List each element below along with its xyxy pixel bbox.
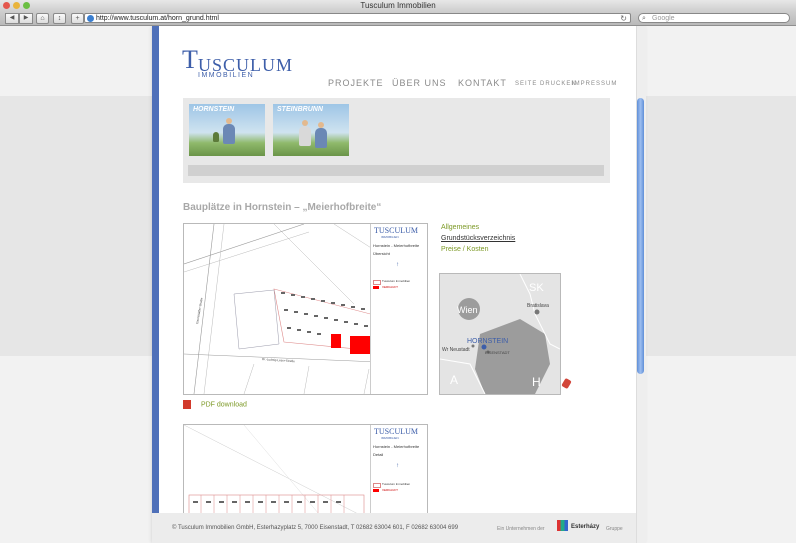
person-figure — [223, 124, 235, 144]
legend-label-1: Tusculum Immobilien — [382, 482, 411, 486]
browser-toolbar: ◀ ▶ ⌂ ↕ + http://www.tusculum.at/horn_gr… — [0, 11, 796, 26]
person-head — [226, 118, 232, 124]
globe-icon — [87, 15, 94, 22]
close-icon[interactable] — [3, 2, 10, 9]
pdf-icon — [183, 400, 191, 409]
nav-seite-drucken[interactable]: SEITE DRUCKEN — [515, 81, 577, 87]
plan-logo-sub: IMMOBILIEN — [381, 436, 399, 440]
map-place-hornstein: HORNSTEIN — [467, 338, 508, 345]
pdf-download-label: PDF download — [200, 401, 247, 409]
page-viewport: T USCULUM IMMOBILIEN PROJEKTE ÜBER UNS K… — [0, 26, 796, 543]
address-bar[interactable]: http://www.tusculum.at/horn_grund.html ↻ — [84, 13, 631, 23]
window-controls — [3, 2, 30, 9]
plan-detail-legend: TUSCULUM IMMOBILIEN Hornstein - Meierhof… — [370, 425, 427, 520]
person-figure — [299, 126, 311, 146]
street-label: Dr.-Ludwig-Leser-Straße — [262, 357, 295, 363]
map-country-a: A — [450, 373, 458, 387]
search-placeholder: Google — [652, 15, 675, 22]
footer-address: © Tusculum Immobilien GmbH, Esterhazypla… — [172, 525, 459, 531]
site-container: T USCULUM IMMOBILIEN PROJEKTE ÜBER UNS K… — [152, 26, 644, 543]
plan-line1: Hornstein - Meierhofbreite — [373, 243, 420, 248]
location-map[interactable]: Wien SK Bratislava Wr Neustadt HORNSTEIN… — [439, 273, 561, 395]
legend-swatch-2 — [373, 489, 379, 492]
window-title: Tusculum Immobilien — [360, 1, 436, 10]
logo-subtitle: IMMOBILIEN — [198, 72, 255, 79]
forward-button[interactable]: ▶ — [19, 13, 33, 24]
scrollbar-thumb[interactable] — [637, 98, 644, 374]
esterhazy-logo-icon — [557, 520, 568, 531]
sapling — [213, 132, 219, 142]
search-field[interactable]: ⌕ Google — [638, 13, 790, 23]
nav-projekte[interactable]: PROJEKTE — [328, 78, 384, 88]
page-heading: Bauplätze in Hornstein – „Meierhofbreite… — [183, 202, 382, 213]
footer-group-prefix: Ein Unternehmen der — [497, 526, 545, 532]
plan-line2: Detail — [373, 452, 384, 457]
search-icon: ⌕ — [642, 15, 646, 22]
person-head — [318, 122, 324, 128]
nav-kontakt[interactable]: KONTAKT — [458, 78, 507, 88]
map-pin-icon — [561, 377, 572, 390]
thumb-label: HORNSTEIN — [193, 106, 235, 113]
bookmarks-button[interactable]: ↕ — [53, 13, 66, 24]
minimize-icon[interactable] — [13, 2, 20, 9]
url-text: http://www.tusculum.at/horn_grund.html — [96, 15, 219, 22]
nav-buttons: ◀ ▶ — [5, 13, 33, 24]
nav-ueber-uns[interactable]: ÜBER UNS — [392, 78, 447, 88]
window-titlebar: Tusculum Immobilien — [0, 0, 796, 11]
plan-line1: Hornstein - Meierhofbreite — [373, 444, 420, 449]
pdf-download-link[interactable]: PDF download — [183, 400, 247, 409]
map-city-bratislava: Bratislava — [527, 303, 549, 309]
map-place-eisenstadt: EISENSTADT — [485, 350, 510, 355]
site-plan-detail[interactable]: TUSCULUM IMMOBILIEN Hornstein - Meierhof… — [183, 424, 428, 521]
plan-logo: TUSCULUM — [374, 427, 419, 436]
map-country-h: H — [532, 375, 541, 389]
project-thumb-hornstein[interactable]: HORNSTEIN — [189, 104, 265, 156]
plan-logo-sub: IMMOBILIEN — [381, 235, 399, 239]
person-figure — [315, 128, 327, 148]
thumb-label: STEINBRUNN — [277, 106, 323, 113]
add-bookmark-button[interactable]: + — [71, 13, 84, 24]
person-head — [302, 120, 308, 126]
home-button[interactable]: ⌂ — [36, 13, 49, 24]
back-button[interactable]: ◀ — [5, 13, 19, 24]
site-accent-bar — [152, 26, 159, 543]
logo-initial: T — [182, 45, 198, 74]
project-links: Allgemeines Grundstücksverzeichnis Preis… — [441, 224, 515, 257]
plan-logo: TUSCULUM — [374, 226, 419, 235]
site-plan-overview[interactable]: Dr.-Ludwig-Leser-Straße Eisenstädter Str… — [183, 223, 428, 395]
zoom-icon[interactable] — [23, 2, 30, 9]
map-region-sk: SK — [529, 282, 544, 294]
project-thumb-steinbrunn[interactable]: STEINBRUNN — [273, 104, 349, 156]
plan-legend: TUSCULUM IMMOBILIEN Hornstein - Meierhof… — [370, 224, 427, 394]
link-grundstuecksverzeichnis[interactable]: Grundstücksverzeichnis — [441, 235, 515, 242]
legend-swatch-2 — [373, 286, 379, 289]
footer-brand[interactable]: Esterházy — [571, 524, 599, 530]
reload-icon[interactable]: ↻ — [620, 14, 627, 24]
legend-swatch-1 — [373, 280, 381, 285]
map-drawing: Wien SK Bratislava Wr Neustadt HORNSTEIN… — [440, 274, 560, 394]
legend-label-2: VERKAUFT — [382, 488, 399, 492]
link-allgemeines[interactable]: Allgemeines — [441, 224, 515, 231]
nav-impressum[interactable]: IMPRESSUM — [572, 81, 617, 87]
link-preise-kosten[interactable]: Preise / Kosten — [441, 246, 515, 253]
legend-swatch-1 — [373, 483, 381, 488]
map-city-wien: Wien — [457, 305, 478, 315]
site-footer: © Tusculum Immobilien GmbH, Esterhazypla… — [152, 513, 644, 543]
map-city-wr-neustadt: Wr Neustadt — [442, 347, 470, 353]
legend-label-1: Tusculum Immobilien — [382, 279, 411, 283]
plan-line2: Übersicht — [373, 251, 390, 256]
legend-label-2: VERKAUFT — [382, 285, 399, 289]
north-arrow-icon: ↑ — [396, 262, 399, 268]
north-arrow-icon: ↑ — [396, 463, 399, 469]
panel-strip — [188, 165, 604, 176]
road-label: Eisenstädter Straße — [195, 297, 204, 324]
footer-group-suffix: Gruppe — [606, 526, 623, 532]
